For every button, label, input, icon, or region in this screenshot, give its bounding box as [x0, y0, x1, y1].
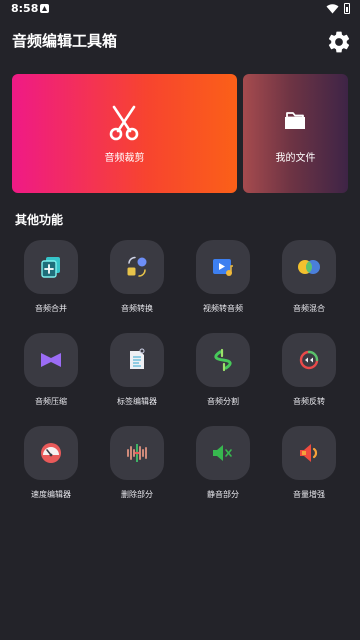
- status-bar: 8:58: [0, 0, 360, 18]
- tool-icon-box: [110, 240, 164, 294]
- tool-label: 音频反转: [293, 397, 325, 406]
- tool-label: 音频转换: [121, 304, 153, 313]
- tag-editor-icon: [130, 348, 145, 369]
- wifi-icon: [326, 4, 339, 14]
- status-time: 8:58: [11, 2, 39, 15]
- tool-audio-reverse[interactable]: 音频反转: [266, 333, 352, 407]
- tool-audio-compress[interactable]: 音频压缩: [8, 333, 94, 407]
- tool-icon-box: [196, 333, 250, 387]
- my-files-card[interactable]: 我的文件: [243, 74, 348, 193]
- tool-mute-part[interactable]: 静音部分: [180, 426, 266, 500]
- tool-tag-editor[interactable]: 标签编辑器: [94, 333, 180, 407]
- tool-audio-merge[interactable]: 音频合并: [8, 240, 94, 314]
- audio-cut-card[interactable]: 音频裁剪: [12, 74, 237, 193]
- folder-icon: [285, 112, 305, 129]
- tool-delete-part[interactable]: 删除部分: [94, 426, 180, 500]
- notification-icon: [40, 4, 49, 13]
- audio-mix-icon: [298, 260, 320, 274]
- tool-label: 音频压缩: [35, 397, 67, 406]
- tool-icon-box: [110, 333, 164, 387]
- tool-label: 音频混合: [293, 304, 325, 313]
- tool-label: 音频分割: [207, 397, 239, 406]
- tool-label: 视频转音频: [203, 304, 243, 313]
- audio-cut-label: 音频裁剪: [104, 153, 145, 164]
- tool-icon-box: [24, 333, 78, 387]
- volume-boost-icon: [300, 444, 318, 462]
- tool-volume-boost[interactable]: 音量增强: [266, 426, 352, 500]
- gear-icon: [328, 31, 350, 53]
- delete-part-icon: [127, 444, 147, 462]
- tool-label: 音频合并: [35, 304, 67, 313]
- audio-merge-icon: [41, 257, 60, 278]
- tool-label: 速度编辑器: [31, 490, 71, 499]
- audio-convert-icon: [127, 256, 147, 277]
- tool-label: 删除部分: [121, 490, 153, 499]
- speed-editor-icon: [41, 443, 61, 463]
- tool-label: 标签编辑器: [117, 397, 157, 406]
- page-title: 音频编辑工具箱: [12, 32, 118, 50]
- scissors-icon: [109, 105, 139, 141]
- tool-icon-box: [24, 240, 78, 294]
- tool-label: 静音部分: [207, 490, 239, 499]
- tool-icon-box: [24, 426, 78, 480]
- battery-icon: [344, 3, 350, 14]
- tool-icon-box: [110, 426, 164, 480]
- audio-split-icon: [214, 348, 232, 372]
- tool-speed-editor[interactable]: 速度编辑器: [8, 426, 94, 500]
- audio-reverse-icon: [299, 350, 319, 370]
- tool-audio-convert[interactable]: 音频转换: [94, 240, 180, 314]
- tool-label: 音量增强: [293, 490, 325, 499]
- tool-icon-box: [282, 426, 336, 480]
- tool-audio-split[interactable]: 音频分割: [180, 333, 266, 407]
- settings-button[interactable]: [326, 29, 352, 55]
- video-to-audio-icon: [213, 259, 233, 276]
- my-files-label: 我的文件: [275, 153, 316, 164]
- tool-icon-box: [282, 240, 336, 294]
- audio-compress-icon: [41, 353, 61, 367]
- tool-icon-box: [196, 240, 250, 294]
- tool-icon-box: [282, 333, 336, 387]
- tool-video-to-audio[interactable]: 视频转音频: [180, 240, 266, 314]
- mute-part-icon: [213, 445, 232, 461]
- tool-icon-box: [196, 426, 250, 480]
- tool-audio-mix[interactable]: 音频混合: [266, 240, 352, 314]
- section-title: 其他功能: [15, 213, 64, 227]
